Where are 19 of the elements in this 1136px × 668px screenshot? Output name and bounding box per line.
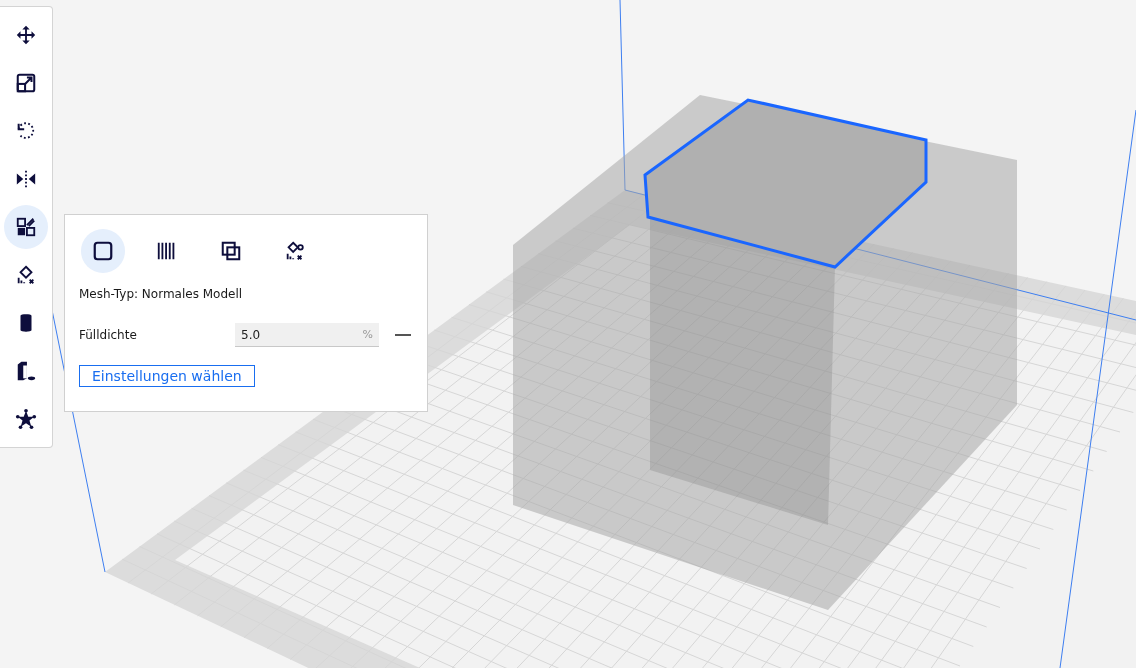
unit-label: % (362, 328, 373, 341)
setting-label: Fülldichte (79, 328, 137, 342)
mesh-type-label: Mesh-Typ: Normales Modell (79, 287, 244, 301)
support-blocker-icon (15, 264, 37, 286)
square-icon (92, 240, 114, 262)
per-model-settings-icon (15, 216, 37, 238)
scale-icon (15, 72, 37, 94)
rotate-icon (15, 120, 37, 142)
mesh-type-button[interactable] (81, 229, 125, 273)
field-value: 5.0 (241, 327, 262, 342)
tool-button[interactable] (4, 205, 48, 249)
select-settings-button[interactable]: Einstellungen wählen (79, 365, 255, 387)
mirror-icon (15, 168, 37, 190)
block-icon (15, 360, 37, 382)
support-blocker-icon (284, 240, 306, 262)
star-nodes-icon (15, 408, 37, 430)
infill-density-field[interactable]: 5.0 % (235, 323, 379, 347)
move-icon (15, 24, 37, 46)
overlapping-squares-icon (220, 240, 242, 262)
